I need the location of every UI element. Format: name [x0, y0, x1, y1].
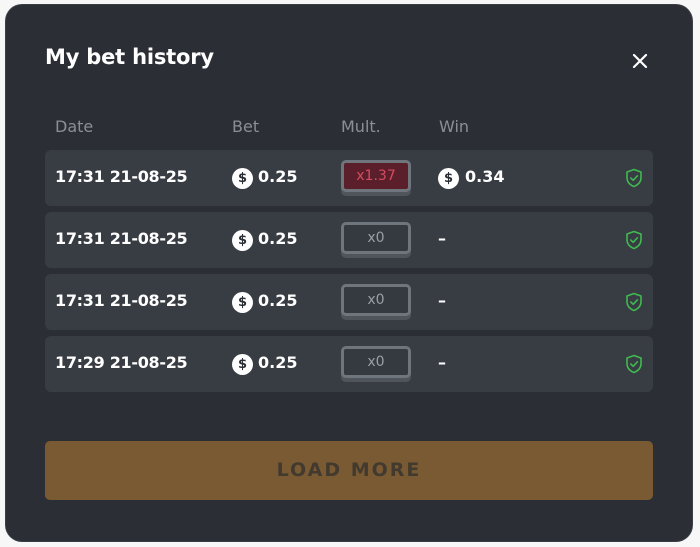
modal-title: My bet history — [45, 45, 214, 69]
bet-amount: 0.25 — [258, 229, 298, 248]
bet-amount: 0.25 — [258, 291, 298, 310]
coin-icon: $ — [232, 292, 253, 313]
multiplier-badge: x0 — [341, 284, 411, 316]
bet-date: 17:29 21-08-25 — [55, 353, 188, 372]
win-amount: – — [438, 229, 446, 248]
multiplier-badge: x1.37 — [341, 160, 411, 192]
coin-icon: $ — [232, 168, 253, 189]
table-header: Date Bet Mult. Win — [6, 117, 692, 139]
shield-check-icon[interactable] — [625, 354, 643, 374]
bet-date: 17:31 21-08-25 — [55, 167, 188, 186]
bet-date: 17:31 21-08-25 — [55, 291, 188, 310]
bet-amount: 0.25 — [258, 353, 298, 372]
close-icon[interactable] — [626, 47, 654, 75]
table-row: 17:31 21-08-25 $ 0.25 x0 – — [45, 274, 653, 330]
win-amount: – — [438, 353, 446, 372]
bet-history-modal: My bet history Date Bet Mult. Win 17:31 … — [6, 5, 692, 541]
coin-icon: $ — [232, 354, 253, 375]
header-win: Win — [439, 117, 470, 136]
bet-date: 17:31 21-08-25 — [55, 229, 188, 248]
table-row: 17:31 21-08-25 $ 0.25 x1.37 $ 0.34 — [45, 150, 653, 206]
multiplier-badge: x0 — [341, 222, 411, 254]
table-row: 17:29 21-08-25 $ 0.25 x0 – — [45, 336, 653, 392]
win-amount: 0.34 — [465, 167, 505, 186]
shield-check-icon[interactable] — [625, 292, 643, 312]
load-more-button[interactable]: LOAD MORE — [45, 441, 653, 500]
header-bet: Bet — [232, 117, 260, 136]
coin-icon: $ — [232, 230, 253, 251]
shield-check-icon[interactable] — [625, 168, 643, 188]
shield-check-icon[interactable] — [625, 230, 643, 250]
header-mult: Mult. — [341, 117, 381, 136]
table-row: 17:31 21-08-25 $ 0.25 x0 – — [45, 212, 653, 268]
coin-icon: $ — [438, 168, 459, 189]
multiplier-badge: x0 — [341, 346, 411, 378]
win-amount: – — [438, 291, 446, 310]
header-date: Date — [55, 117, 94, 136]
bet-list: 17:31 21-08-25 $ 0.25 x1.37 $ 0.34 17:31… — [45, 150, 653, 398]
bet-amount: 0.25 — [258, 167, 298, 186]
